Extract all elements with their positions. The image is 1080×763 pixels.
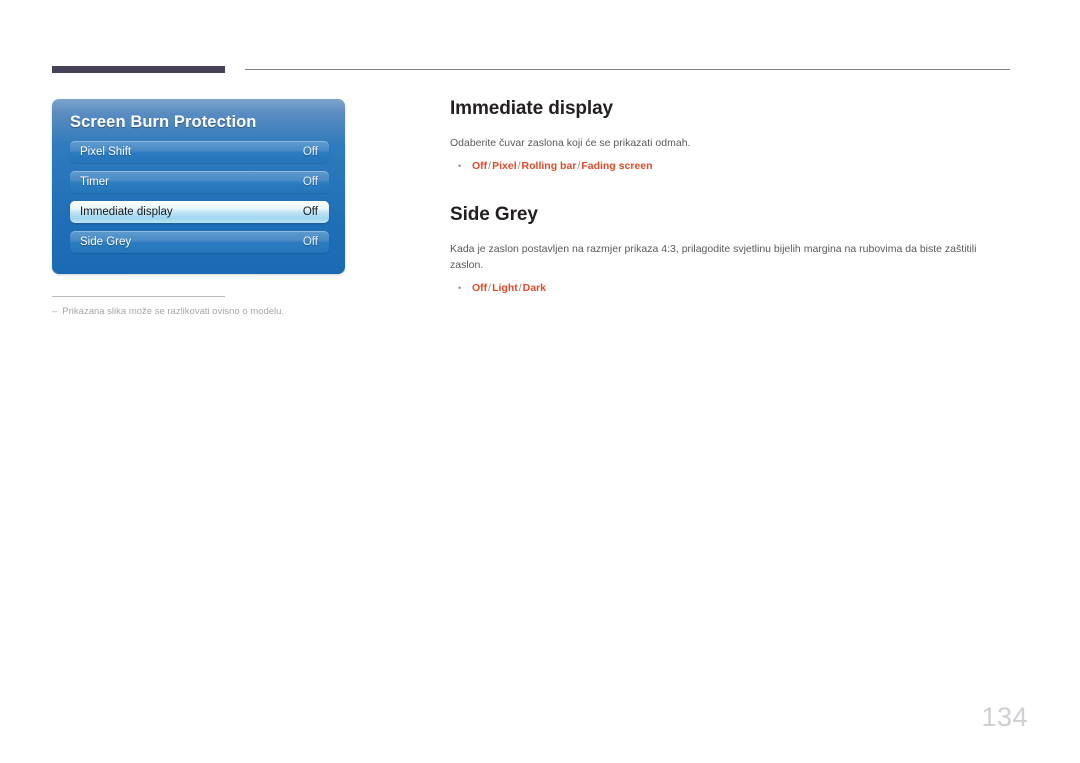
section-option-values: Off/Pixel/Rolling bar/Fading screen xyxy=(472,159,653,174)
osd-menu-title: Screen Burn Protection xyxy=(70,113,257,131)
section-heading: Immediate display xyxy=(450,98,614,119)
section-options-bullet: • Off/Light/Dark xyxy=(450,281,1010,296)
option-value: Off xyxy=(472,281,488,294)
section-heading: Side Grey xyxy=(450,204,538,226)
section-description: Odaberite čuvar zaslona koji će se prika… xyxy=(450,137,691,149)
section-immediate-display: Immediate display Odaberite čuvar zaslon… xyxy=(450,98,1010,174)
footnote-text: Prikazana slika može se razlikovati ovis… xyxy=(62,306,285,317)
option-value: Dark xyxy=(522,281,547,294)
footnote-divider xyxy=(52,296,225,297)
osd-row-side-grey[interactable]: Side Grey Off xyxy=(70,231,329,253)
osd-illustration-column: Screen Burn Protection Pixel Shift Off T… xyxy=(52,99,345,274)
osd-row-timer[interactable]: Timer Off xyxy=(70,171,329,193)
bullet-point-icon: • xyxy=(458,161,462,172)
section-options-bullet: • Off/Pixel/Rolling bar/Fading screen xyxy=(450,159,1010,174)
osd-menu-row-list: Pixel Shift Off Timer Off Immediate disp… xyxy=(52,141,345,274)
osd-row-pixel-shift[interactable]: Pixel Shift Off xyxy=(70,141,329,163)
page-number: 134 xyxy=(981,702,1028,732)
osd-row-immediate-display[interactable]: Immediate display Off xyxy=(70,201,329,223)
option-value: Off xyxy=(472,160,488,173)
osd-row-label: Immediate display xyxy=(80,206,173,218)
section-option-values: Off/Light/Dark xyxy=(472,281,546,296)
osd-row-value: Off xyxy=(302,176,318,188)
page-header-rules xyxy=(0,0,1080,90)
osd-menu-panel: Screen Burn Protection Pixel Shift Off T… xyxy=(52,99,345,274)
osd-row-label: Side Grey xyxy=(80,236,132,248)
osd-row-value: Off xyxy=(302,146,318,158)
footnote-note: – Prikazana slika može se razlikovati ov… xyxy=(52,306,372,319)
option-value: Pixel xyxy=(492,160,517,173)
option-value: Fading screen xyxy=(581,160,653,173)
option-value: Light xyxy=(492,281,518,294)
footnote-dash-marker: – xyxy=(52,306,58,317)
main-content-column: Immediate display Odaberite čuvar zaslon… xyxy=(450,98,1010,296)
osd-row-label: Timer xyxy=(80,176,109,188)
footnote-block: – Prikazana slika može se razlikovati ov… xyxy=(52,296,372,319)
osd-row-value: Off xyxy=(302,206,318,218)
bullet-point-icon: • xyxy=(458,282,462,293)
header-thick-rule xyxy=(52,66,225,73)
section-side-grey: Side Grey Kada je zaslon postavljen na r… xyxy=(450,204,1010,296)
header-thin-rule xyxy=(245,69,1010,70)
osd-row-label: Pixel Shift xyxy=(80,146,132,158)
osd-row-value: Off xyxy=(302,236,318,248)
option-value: Rolling bar xyxy=(521,160,577,173)
section-description: Kada je zaslon postavljen na razmjer pri… xyxy=(450,243,977,271)
